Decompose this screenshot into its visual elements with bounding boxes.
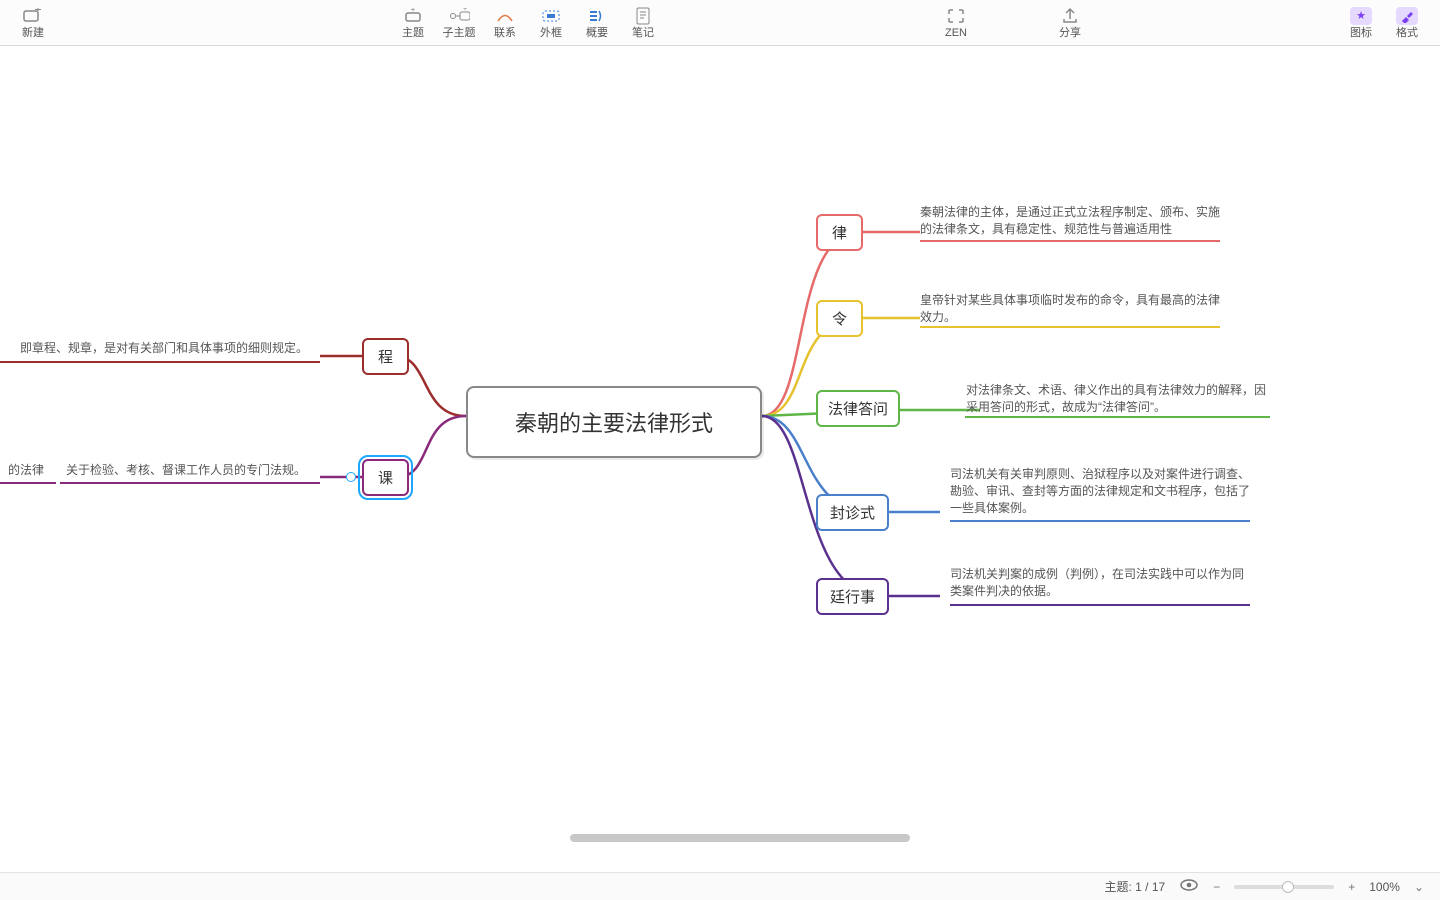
format-label: 格式 — [1396, 27, 1418, 39]
zen-icon — [945, 7, 967, 25]
node-lv[interactable]: 律 — [816, 214, 863, 251]
status-bar: 主题: 1 / 17 − + 100% ⌄ — [0, 872, 1440, 900]
desc-lv: 秦朝法律的主体，是通过正式立法程序制定、颁布、实施的法律条文，具有稳定性、规范性… — [920, 204, 1220, 238]
summary-button[interactable]: 概要 — [574, 0, 620, 45]
summary-label: 概要 — [586, 27, 608, 39]
node-dawen[interactable]: 法律答问 — [816, 390, 900, 427]
share-button[interactable]: 分享 — [1040, 0, 1100, 45]
icons-button[interactable]: ★ 图标 — [1338, 0, 1384, 45]
share-label: 分享 — [1059, 27, 1081, 39]
node-cheng[interactable]: 程 — [362, 338, 409, 375]
node-feng[interactable]: 封诊式 — [816, 494, 889, 531]
new-button[interactable]: 新建 — [10, 0, 56, 45]
mindmap-canvas[interactable]: 秦朝的主要法律形式 程 即章程、规章，是对有关部门和具体事项的细则规定。 课 的… — [0, 46, 1440, 872]
desc-cheng: 即章程、规章，是对有关部门和具体事项的细则规定。 — [20, 340, 320, 357]
subtopic-button[interactable]: + 子主题 — [436, 0, 482, 45]
topic-icon: + — [402, 7, 424, 25]
topic-label: 主题 — [402, 27, 424, 39]
note-button[interactable]: 笔记 — [620, 0, 666, 45]
summary-icon — [586, 7, 608, 25]
new-icon — [22, 7, 44, 25]
relation-button[interactable]: 联系 — [482, 0, 528, 45]
boundary-label: 外框 — [540, 27, 562, 39]
zoom-in-button[interactable]: + — [1348, 880, 1355, 894]
brush-icon — [1396, 7, 1418, 25]
topic-button[interactable]: + 主题 — [390, 0, 436, 45]
relation-label: 联系 — [494, 27, 516, 39]
zoom-slider-knob[interactable] — [1282, 881, 1294, 893]
connectors — [0, 46, 1440, 872]
topic-count: 主题: 1 / 17 — [1105, 878, 1166, 895]
note-icon — [632, 7, 654, 25]
visibility-toggle[interactable] — [1179, 878, 1199, 895]
zoom-slider[interactable] — [1234, 885, 1334, 889]
node-ting[interactable]: 廷行事 — [816, 578, 889, 615]
subtopic-label: 子主题 — [443, 27, 476, 39]
node-ling[interactable]: 令 — [816, 300, 863, 337]
note-label: 笔记 — [632, 27, 654, 39]
boundary-icon — [540, 7, 562, 25]
zoom-menu-chevron-icon[interactable]: ⌄ — [1414, 880, 1424, 894]
icons-label: 图标 — [1350, 27, 1372, 39]
toolbar: 新建 + 主题 + 子主题 联系 外框 概要 笔记 Z — [0, 0, 1440, 46]
star-icon: ★ — [1350, 7, 1372, 25]
horizontal-scrollbar[interactable] — [570, 834, 910, 842]
zoom-value: 100% — [1369, 880, 1400, 894]
relation-icon — [494, 7, 516, 25]
node-ke[interactable]: 课 — [362, 459, 409, 496]
subtopic-icon: + — [448, 7, 470, 25]
zen-label: ZEN — [945, 27, 967, 39]
desc-dawen: 对法律条文、术语、律义作出的具有法律效力的解释，因采用答问的形式，故成为“法律答… — [966, 382, 1266, 416]
format-button[interactable]: 格式 — [1384, 0, 1430, 45]
boundary-button[interactable]: 外框 — [528, 0, 574, 45]
svg-text:+: + — [411, 8, 416, 14]
desc-ke-b: 关于检验、考核、督课工作人员的专门法规。 — [66, 462, 316, 479]
selection-handle[interactable] — [346, 472, 356, 482]
zen-button[interactable]: ZEN — [926, 0, 986, 45]
desc-ling: 皇帝针对某些具体事项临时发布的命令，具有最高的法律效力。 — [920, 292, 1220, 326]
zoom-out-button[interactable]: − — [1213, 880, 1220, 894]
central-topic[interactable]: 秦朝的主要法律形式 — [466, 386, 762, 458]
new-label: 新建 — [22, 27, 44, 39]
desc-ting: 司法机关判案的成例（判例），在司法实践中可以作为同类案件判决的依据。 — [950, 566, 1250, 600]
desc-ke-a: 的法律 — [0, 462, 44, 479]
share-icon — [1059, 7, 1081, 25]
svg-text:+: + — [463, 8, 467, 13]
desc-feng: 司法机关有关审判原则、治狱程序以及对案件进行调查、勘验、审讯、查封等方面的法律规… — [950, 466, 1250, 517]
